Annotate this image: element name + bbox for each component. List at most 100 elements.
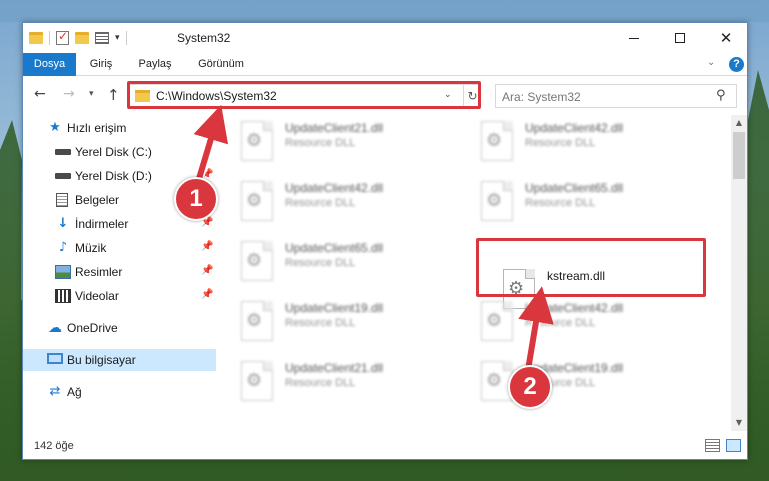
file-name: UpdateClient42.dll: [525, 301, 624, 315]
sidebar-item-label: Ağ: [67, 385, 82, 399]
properties-check-icon[interactable]: [56, 29, 69, 45]
sidebar-item-label: Yerel Disk (D:): [75, 169, 152, 183]
sidebar-item-quick-access[interactable]: ★ Hızlı erişim: [23, 117, 216, 139]
file-item[interactable]: ⚙ UpdateClient21.dll Resource DLL: [217, 355, 445, 409]
sidebar-item-network[interactable]: ⇄ Ağ: [23, 381, 216, 403]
search-icon[interactable]: ⚲: [716, 88, 726, 103]
gear-icon: ⚙: [486, 310, 503, 331]
ribbon-tabs: Dosya Giriş Paylaş Görünüm ⌄ ?: [23, 53, 747, 76]
file-type: Resource DLL: [285, 197, 356, 209]
music-icon: ♪: [58, 240, 68, 255]
minimize-icon: [629, 37, 639, 39]
file-item[interactable]: ⚙ UpdateClient42.dll Resource DLL: [217, 175, 445, 229]
address-path[interactable]: C:\Windows\System32: [156, 89, 277, 103]
file-type: Resource DLL: [525, 137, 596, 149]
navigation-bar: ← → ▾ ↑ C:\Windows\System32 ⌄ ↻ Ara: Sys…: [23, 77, 747, 113]
tab-home[interactable]: Giriş: [83, 53, 119, 76]
sidebar-item-label: Müzik: [75, 241, 107, 255]
up-arrow-icon[interactable]: ↑: [107, 86, 120, 104]
file-item[interactable]: ⚙ UpdateClient65.dll Resource DLL: [457, 175, 685, 229]
computer-icon: [47, 353, 63, 364]
sidebar-item-music[interactable]: ♪ Müzik 📌: [23, 237, 216, 259]
file-item[interactable]: ⚙ UpdateClient65.dll Resource DLL: [217, 235, 445, 289]
file-type: Resource DLL: [285, 317, 356, 329]
gear-icon: ⚙: [246, 190, 263, 211]
pin-icon[interactable]: 📌: [201, 289, 213, 300]
window-title: System32: [177, 31, 231, 45]
expand-ribbon-icon[interactable]: ⌄: [707, 57, 715, 68]
new-folder-icon[interactable]: [75, 32, 89, 44]
forward-arrow-icon[interactable]: →: [63, 86, 75, 102]
file-name: UpdateClient21.dll: [285, 361, 384, 375]
sidebar-item-label: Yerel Disk (C:): [75, 145, 152, 159]
item-count: 142 öğe: [34, 440, 74, 452]
customize-toolbar-icon[interactable]: [95, 32, 109, 44]
chevron-down-icon[interactable]: ⌄: [444, 90, 452, 100]
file-name: UpdateClient19.dll: [285, 301, 384, 315]
title-bar: ▾ System32 ✕: [23, 23, 747, 53]
address-bar[interactable]: C:\Windows\System32 ⌄ ↻: [129, 84, 481, 108]
details-view-icon[interactable]: [705, 439, 720, 452]
scroll-down-arrow-icon[interactable]: ▼: [731, 415, 747, 431]
file-name: UpdateClient42.dll: [285, 181, 384, 195]
tab-file[interactable]: Dosya: [23, 53, 76, 76]
file-name: UpdateClient65.dll: [525, 181, 624, 195]
cloud-icon: ☁: [48, 320, 62, 336]
status-bar: 142 öğe: [23, 433, 747, 459]
gear-icon: ⚙: [246, 130, 263, 151]
file-explorer-window: ▾ System32 ✕ Dosya Giriş Paylaş Görünüm …: [22, 22, 748, 460]
scroll-up-arrow-icon[interactable]: ▲: [731, 115, 747, 131]
recent-locations-chevron-icon[interactable]: ▾: [89, 89, 94, 99]
videos-icon: [55, 289, 71, 303]
file-item[interactable]: ⚙ UpdateClient42.dll Resource DLL: [457, 115, 685, 169]
file-type: Resource DLL: [285, 257, 356, 269]
search-input[interactable]: Ara: System32 ⚲: [495, 84, 737, 108]
download-icon: ↓: [57, 216, 69, 231]
sidebar-item-onedrive[interactable]: ☁ OneDrive: [23, 317, 216, 339]
file-item[interactable]: ⚙ UpdateClient19.dll Resource DLL: [217, 295, 445, 349]
help-icon[interactable]: ?: [729, 57, 744, 72]
file-type: Resource DLL: [285, 377, 356, 389]
file-item[interactable]: ⚙ UpdateClient21.dll Resource DLL: [217, 115, 445, 169]
chevron-down-icon[interactable]: ▾: [115, 33, 120, 43]
sidebar-item-label: Resimler: [75, 265, 123, 279]
gear-icon: ⚙: [486, 190, 503, 211]
file-item[interactable]: ⚙ UpdateClient19.dll Resource DLL: [457, 355, 685, 409]
pin-icon[interactable]: 📌: [201, 241, 213, 252]
sidebar-item-label: Videolar: [75, 289, 119, 303]
pictures-icon: [55, 265, 71, 279]
file-name: kstream.dll: [547, 269, 606, 283]
sidebar-item-local-disk-c[interactable]: Yerel Disk (C:): [23, 141, 216, 163]
sidebar-item-label: Bu bilgisayar: [67, 353, 136, 367]
minimize-button[interactable]: [611, 23, 657, 53]
folder-icon: [135, 90, 150, 102]
sidebar-item-pictures[interactable]: Resimler 📌: [23, 261, 216, 283]
gear-icon: ⚙: [246, 370, 263, 391]
tab-view[interactable]: Görünüm: [191, 53, 251, 76]
file-item[interactable]: ⚙ UpdateClient42.dll Resource DLL: [457, 295, 685, 349]
file-type: Resource DLL: [525, 317, 596, 329]
vertical-scrollbar[interactable]: ▲ ▼: [731, 115, 747, 431]
large-icons-view-icon[interactable]: [726, 439, 741, 452]
sidebar-item-this-pc[interactable]: Bu bilgisayar: [23, 349, 216, 371]
drive-icon: [55, 173, 71, 179]
gear-icon: ⚙: [246, 310, 263, 331]
documents-icon: [56, 193, 68, 207]
file-type: Resource DLL: [525, 197, 596, 209]
close-button[interactable]: ✕: [703, 23, 749, 53]
folder-icon: [29, 32, 43, 44]
file-name: UpdateClient65.dll: [285, 241, 384, 255]
tab-share[interactable]: Paylaş: [135, 53, 175, 76]
sidebar-item-label: Hızlı erişim: [67, 121, 127, 135]
back-arrow-icon[interactable]: ←: [34, 86, 46, 102]
sidebar-item-label: OneDrive: [67, 321, 118, 335]
scroll-thumb[interactable]: [733, 132, 745, 179]
pin-icon[interactable]: 📌: [201, 265, 213, 276]
maximize-button[interactable]: [657, 23, 703, 53]
file-type: Resource DLL: [285, 137, 356, 149]
file-name: UpdateClient21.dll: [285, 121, 384, 135]
refresh-icon[interactable]: ↻: [463, 85, 481, 107]
sidebar-item-label: Belgeler: [75, 193, 120, 207]
file-name: UpdateClient42.dll: [525, 121, 624, 135]
sidebar-item-videos[interactable]: Videolar 📌: [23, 285, 216, 307]
